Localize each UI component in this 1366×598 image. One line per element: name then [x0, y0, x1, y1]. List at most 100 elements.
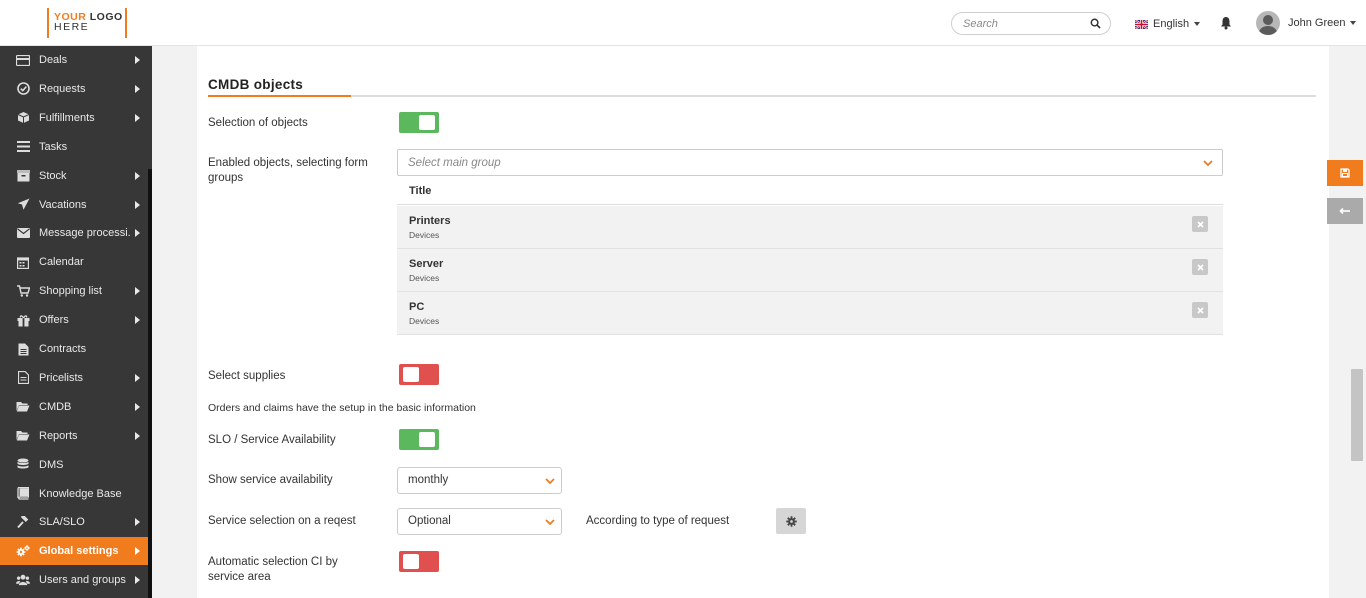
remove-row-button[interactable] — [1192, 259, 1208, 275]
floppy-icon — [1340, 168, 1350, 178]
chevron-down-icon — [1194, 22, 1201, 26]
sidebar-item-users-and-groups[interactable]: Users and groups — [0, 566, 148, 594]
chevron-right-icon — [135, 113, 140, 122]
arrow-left-icon — [1339, 207, 1350, 215]
sidebar-item-contracts[interactable]: Contracts — [0, 335, 148, 363]
chevron-down-icon — [1203, 160, 1213, 167]
request-type-settings-button[interactable] — [776, 508, 806, 534]
sidebar-item-label: Fulfillments — [39, 111, 95, 124]
database-icon — [16, 458, 30, 472]
table-row: Printers Devices — [397, 206, 1223, 249]
chevron-right-icon — [135, 518, 140, 527]
sidebar-item-sla-slo[interactable]: SLA/SLO — [0, 508, 148, 536]
sidebar-item-stock[interactable]: Stock — [0, 162, 148, 190]
logo-word-logo: LOGO — [89, 11, 123, 23]
logo[interactable]: YOUR LOGO HERE — [47, 8, 127, 38]
save-button[interactable] — [1327, 160, 1363, 186]
availability-period-select[interactable]: monthly — [397, 467, 562, 494]
main-group-placeholder: Select main group — [408, 157, 501, 169]
service-selection-select[interactable]: Optional — [397, 508, 562, 535]
sidebar-item-fulfillments[interactable]: Fulfillments — [0, 104, 148, 132]
sidebar-item-knowledge-base[interactable]: Knowledge Base — [0, 480, 148, 508]
remove-row-button[interactable] — [1192, 302, 1208, 318]
chevron-right-icon — [135, 431, 140, 440]
sidebar-item-dms[interactable]: DMS — [0, 451, 148, 479]
sidebar-item-label: SLA/SLO — [39, 516, 85, 529]
slo-availability-label: SLO / Service Availability — [208, 434, 336, 446]
language-selector[interactable]: English — [1135, 17, 1201, 31]
select-supplies-label: Select supplies — [208, 370, 286, 382]
auto-selection-toggle[interactable] — [399, 551, 439, 572]
gift-icon — [16, 313, 30, 327]
close-icon — [1196, 263, 1204, 271]
search-box[interactable] — [951, 12, 1111, 35]
service-selection-value: Optional — [408, 515, 451, 527]
column-title: Title — [409, 185, 432, 197]
chevron-down-icon — [1350, 21, 1357, 25]
type-of-request-label: According to type of request — [586, 515, 730, 527]
close-icon — [1196, 306, 1204, 314]
remove-row-button[interactable] — [1192, 216, 1208, 232]
back-button[interactable] — [1327, 198, 1363, 224]
card-icon — [16, 53, 30, 67]
chevron-right-icon — [135, 84, 140, 93]
sidebar-item-label: Vacations — [39, 198, 87, 211]
sidebar-item-pricelists[interactable]: Pricelists — [0, 364, 148, 392]
user-name: John Green — [1288, 17, 1346, 29]
top-header: YOUR LOGO HERE English John Green — [0, 0, 1366, 46]
vertical-scrollbar[interactable] — [1351, 369, 1363, 461]
selection-of-objects-label: Selection of objects — [208, 117, 308, 129]
chevron-right-icon — [135, 576, 140, 585]
sidebar-item-label: Tasks — [39, 140, 68, 153]
cogs-icon — [16, 544, 30, 558]
sidebar-item-label: Contracts — [39, 343, 87, 355]
sidebar-item-message-processi[interactable]: Message processi... — [0, 219, 148, 247]
cart-icon — [16, 284, 30, 298]
sidebar-item-reports[interactable]: Reports — [0, 422, 148, 450]
sidebar: Deals Requests Fulfillments Tasks Stock Vacat… — [0, 46, 152, 598]
sidebar-item-calendar[interactable]: Calendar — [0, 248, 148, 276]
row-subtitle: Devices — [409, 230, 440, 240]
chevron-right-icon — [135, 316, 140, 325]
search-input[interactable] — [963, 16, 1083, 32]
gear-icon — [785, 515, 797, 527]
sidebar-item-tasks[interactable]: Tasks — [0, 133, 148, 161]
sidebar-item-label: DMS — [39, 458, 64, 471]
logo-word-here: HERE — [54, 21, 90, 33]
sidebar-item-global-settings[interactable]: Global settings — [0, 537, 148, 566]
users-icon — [16, 573, 30, 587]
sidebar-item-label: Pricelists — [39, 371, 84, 384]
language-label: English — [1153, 18, 1190, 30]
sidebar-item-cmdb[interactable]: CMDB — [0, 393, 148, 421]
sidebar-item-shopping-list[interactable]: Shopping list — [0, 277, 148, 305]
sidebar-item-requests[interactable]: Requests — [0, 75, 148, 103]
box-icon — [16, 111, 30, 125]
user-menu[interactable]: John Green — [1256, 11, 1357, 35]
title-accent — [208, 95, 351, 97]
table-row: Server Devices — [397, 249, 1223, 292]
row-title: Server — [409, 258, 444, 270]
chevron-right-icon — [135, 171, 140, 180]
orders-note: Orders and claims have the setup in the … — [208, 402, 476, 414]
avatar — [1256, 11, 1280, 35]
toggle-knob — [403, 367, 419, 382]
sidebar-item-label: Users and groups — [39, 574, 126, 587]
chevron-down-icon — [545, 519, 555, 526]
select-supplies-toggle[interactable] — [399, 364, 439, 385]
sidebar-item-deals[interactable]: Deals — [0, 46, 148, 74]
pricelist-icon — [16, 371, 30, 385]
selection-of-objects-toggle[interactable] — [399, 112, 439, 133]
slo-availability-toggle[interactable] — [399, 429, 439, 450]
bell-icon[interactable] — [1220, 16, 1232, 30]
sidebar-item-label: Deals — [39, 54, 68, 66]
folder-open-icon — [16, 429, 30, 443]
sidebar-item-offers[interactable]: Offers — [0, 306, 148, 334]
main-group-select[interactable]: Select main group — [397, 149, 1223, 176]
sidebar-item-label: Message processi... — [39, 227, 131, 240]
chevron-right-icon — [135, 402, 140, 411]
sidebar-item-label: Requests — [39, 82, 86, 95]
settings-panel: CMDB objects Selection of objects Enable… — [197, 46, 1329, 598]
sidebar-item-vacations[interactable]: Vacations — [0, 191, 148, 219]
folder-open-icon — [16, 400, 30, 414]
search-icon[interactable] — [1090, 18, 1101, 29]
